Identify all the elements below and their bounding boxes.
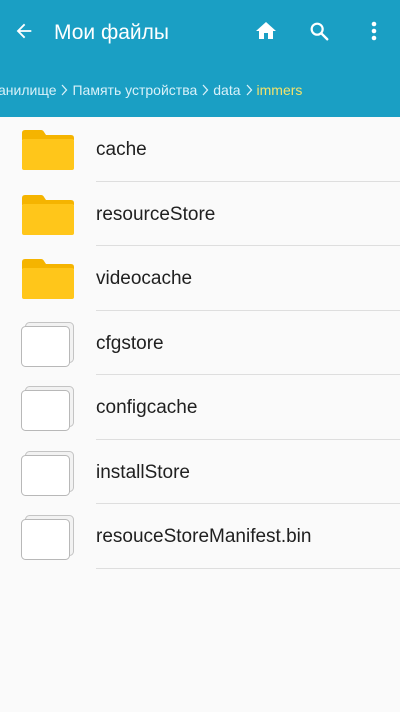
file-name: configcache (96, 397, 198, 418)
breadcrumb-item-current[interactable]: immers (257, 80, 303, 100)
toolbar: Мои файлы (0, 0, 400, 66)
list-item[interactable]: configcache (0, 375, 400, 440)
search-icon (308, 20, 330, 47)
list-item[interactable]: resouceStoreManifest.bin (0, 504, 400, 569)
list-item[interactable]: cache (0, 117, 400, 182)
file-name: resourceStore (96, 203, 216, 225)
file-name: resouceStoreManifest.bin (96, 526, 312, 547)
breadcrumb-item-storage[interactable]: анилище (0, 80, 56, 100)
breadcrumb-item-data[interactable]: data (213, 80, 240, 100)
list-item[interactable]: installStore (0, 440, 400, 504)
breadcrumb: анилище Память устройства data immers (0, 66, 400, 114)
home-icon (254, 19, 278, 48)
back-button[interactable] (8, 17, 40, 49)
file-name: cfgstore (96, 332, 164, 354)
breadcrumb-item-device-memory[interactable]: Память устройства (72, 80, 197, 100)
file-icon (21, 321, 75, 367)
home-button[interactable] (250, 17, 282, 49)
file-icon (21, 386, 75, 431)
more-vert-icon (370, 20, 378, 47)
app-bar: Мои файлы анилище Память устройства data… (0, 0, 400, 117)
list-item[interactable]: resourceStore (0, 182, 400, 246)
file-name: videocache (96, 268, 193, 289)
chevron-right-icon (197, 84, 213, 96)
more-options-button[interactable] (358, 17, 390, 49)
folder-icon (21, 257, 75, 301)
file-list: cache resourceStore videocache cfgstore … (0, 117, 400, 569)
chevron-right-icon (56, 84, 72, 96)
file-icon (21, 515, 75, 560)
arrow-left-icon (13, 20, 35, 47)
folder-icon (21, 128, 75, 172)
folder-icon (21, 193, 75, 237)
file-name: cache (96, 139, 147, 160)
page-title: Мои файлы (54, 21, 170, 44)
file-name: installStore (96, 461, 190, 483)
search-button[interactable] (303, 17, 335, 49)
list-item[interactable]: cfgstore (0, 311, 400, 375)
chevron-right-icon (241, 84, 257, 96)
divider (96, 567, 400, 569)
list-item[interactable]: videocache (0, 246, 400, 311)
file-icon (21, 450, 75, 496)
